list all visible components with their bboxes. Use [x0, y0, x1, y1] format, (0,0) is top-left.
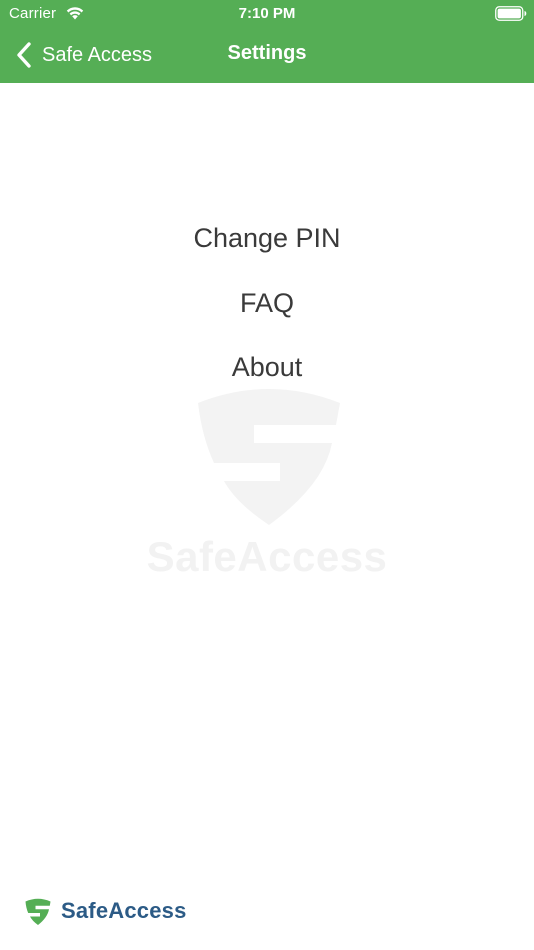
status-time: 7:10 PM	[238, 5, 296, 22]
shield-icon	[25, 898, 51, 925]
shield-icon	[198, 389, 340, 525]
status-bar: Carrier 7:10 PM	[0, 0, 534, 28]
settings-screen: Carrier 7:10 PM Safe Access Settings Saf…	[0, 0, 534, 950]
battery-icon	[495, 6, 527, 21]
navigation-bar: Safe Access Settings	[0, 28, 534, 83]
change-pin-button[interactable]: Change PIN	[0, 223, 534, 254]
watermark: SafeAccess	[0, 383, 534, 583]
footer-logo: SafeAccess	[25, 896, 187, 926]
page-title: Settings	[227, 42, 307, 64]
faq-button[interactable]: FAQ	[0, 288, 534, 319]
watermark-text: SafeAccess	[146, 533, 388, 580]
content-area: SafeAccess Change PIN FAQ About	[0, 83, 534, 950]
about-button[interactable]: About	[0, 352, 534, 383]
brand-name: SafeAccess	[61, 898, 187, 923]
